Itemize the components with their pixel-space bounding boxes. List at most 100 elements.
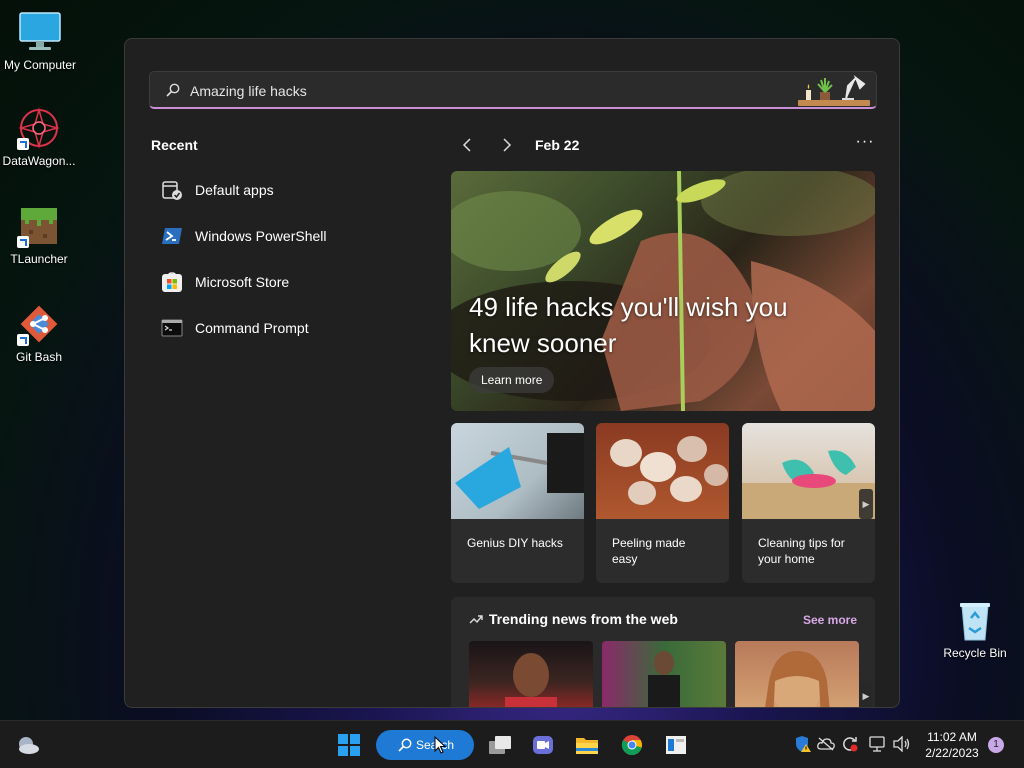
store-icon [161,271,183,293]
recent-list: Default apps Windows PowerShell Microsof… [151,167,421,351]
chrome-button[interactable] [616,730,648,760]
desktop-icon-git-bash[interactable]: Git Bash [0,302,79,364]
trending-section: Trending news from the web See more ▶ [451,597,875,707]
file-explorer-button[interactable] [571,730,603,760]
clock-date: 2/22/2023 [925,746,979,760]
recycle-bin-icon [953,598,997,642]
hack-cards: Genius DIY hacks Peeling made easy Clean… [451,423,875,583]
desktop-icon-label: DataWagon... [2,154,76,168]
see-more-link[interactable]: See more [803,613,857,627]
play-arrow-icon: ▶ [862,498,870,509]
desktop-icon-label: Git Bash [15,350,63,364]
trending-title: Trending news from the web [488,611,678,627]
sync-tray-button[interactable] [841,735,859,753]
git-icon [17,302,61,346]
teams-chat-icon [533,736,553,754]
card-image [451,423,584,519]
card-genius-diy-hacks[interactable]: Genius DIY hacks [451,423,584,583]
cmd-icon [161,317,183,339]
card-peeling-made-easy[interactable]: Peeling made easy [596,423,729,583]
recent-item-label: Default apps [195,182,274,198]
next-button[interactable] [497,135,517,155]
teams-chat-button[interactable] [527,730,559,760]
trending-up-icon [469,615,483,624]
window-app-icon [666,736,686,754]
desktop-icon-label: My Computer [3,58,77,72]
trending-next-button[interactable]: ▶ [859,681,873,707]
trending-news-item[interactable] [469,641,593,707]
start-button[interactable] [333,730,365,760]
clock-button[interactable]: 11:02 AM 2/22/2023 [918,729,986,761]
network-icon [869,736,885,752]
shield-warning-icon [796,736,811,752]
card-image [742,423,875,519]
desktop-icon-label: Recycle Bin [943,646,1007,660]
onedrive-tray-button[interactable] [817,735,835,753]
chrome-icon [621,735,642,755]
card-label: Peeling made easy [612,536,686,566]
defender-tray-button[interactable] [794,735,812,753]
recent-item-default-apps[interactable]: Default apps [151,167,421,213]
default-apps-icon [161,179,183,201]
task-view-button[interactable] [484,730,516,760]
cloud-moon-icon [19,737,39,754]
recent-item-windows-powershell[interactable]: Windows PowerShell [151,213,421,259]
app-button[interactable] [660,730,692,760]
shortcut-arrow-icon [17,334,29,346]
taskbar: Search 11:02 AM 2/22/2023 1 [0,720,1024,768]
cloud-offline-icon [817,737,835,751]
windows-logo-icon [338,734,360,756]
hero-title: 49 life hacks you'll wish you knew soone… [469,292,788,358]
trending-news-item[interactable] [602,641,726,707]
datawagon-icon [17,106,61,150]
shortcut-arrow-icon [17,138,29,150]
mouse-cursor-icon [434,736,446,754]
trending-heading: Trending news from the web [469,611,678,627]
search-icon [398,738,412,752]
search-highlight-illustration-icon [796,72,872,108]
recent-item-label: Command Prompt [195,320,309,336]
search-input[interactable] [190,80,770,102]
card-cleaning-tips[interactable]: Cleaning tips for your home [742,423,875,583]
speaker-icon [893,736,910,752]
task-view-icon [489,736,511,754]
chevron-left-icon [462,138,471,152]
grass-block-icon [17,204,61,248]
recent-heading: Recent [151,137,198,153]
folder-icon [576,738,598,754]
taskbar-search-button[interactable]: Search [376,730,474,760]
hero-card[interactable]: 49 life hacks you'll wish you knew soone… [451,171,875,411]
desktop-icon-datawagon[interactable]: DataWagon... [0,106,79,168]
chevron-right-icon [503,138,512,152]
learn-more-button[interactable]: Learn more [469,367,555,393]
monitor-icon [18,10,62,54]
powershell-icon [161,225,183,247]
cards-next-button[interactable]: ▶ [859,489,873,519]
refresh-alert-icon [843,737,858,752]
recent-item-command-prompt[interactable]: Command Prompt [151,305,421,351]
weather-widget-button[interactable] [12,730,44,760]
recent-item-label: Windows PowerShell [195,228,327,244]
card-label: Genius DIY hacks [467,536,563,550]
desktop-icon-my-computer[interactable]: My Computer [0,10,80,72]
volume-tray-button[interactable] [893,735,911,753]
card-image [596,423,729,519]
highlight-date: Feb 22 [535,137,580,153]
more-options-button[interactable]: ··· [853,133,877,157]
search-box[interactable] [149,71,877,109]
desktop-icon-recycle-bin[interactable]: Recycle Bin [935,598,1015,660]
desktop-icon-label: TLauncher [10,252,68,266]
shortcut-arrow-icon [17,236,29,248]
recent-item-microsoft-store[interactable]: Microsoft Store [151,259,421,305]
network-tray-button[interactable] [869,735,887,753]
clock-time: 11:02 AM [927,730,977,744]
search-icon [166,83,180,97]
recent-item-label: Microsoft Store [195,274,290,290]
trending-news-item[interactable] [735,641,859,707]
previous-button[interactable] [457,135,477,155]
card-label: Cleaning tips for your home [758,536,845,566]
desktop-icon-tlauncher[interactable]: TLauncher [0,204,79,266]
highlights-nav: Feb 22 ··· [457,133,877,157]
notification-badge[interactable]: 1 [988,737,1004,753]
search-panel: Recent Default apps Windows PowerShell M… [124,38,900,708]
